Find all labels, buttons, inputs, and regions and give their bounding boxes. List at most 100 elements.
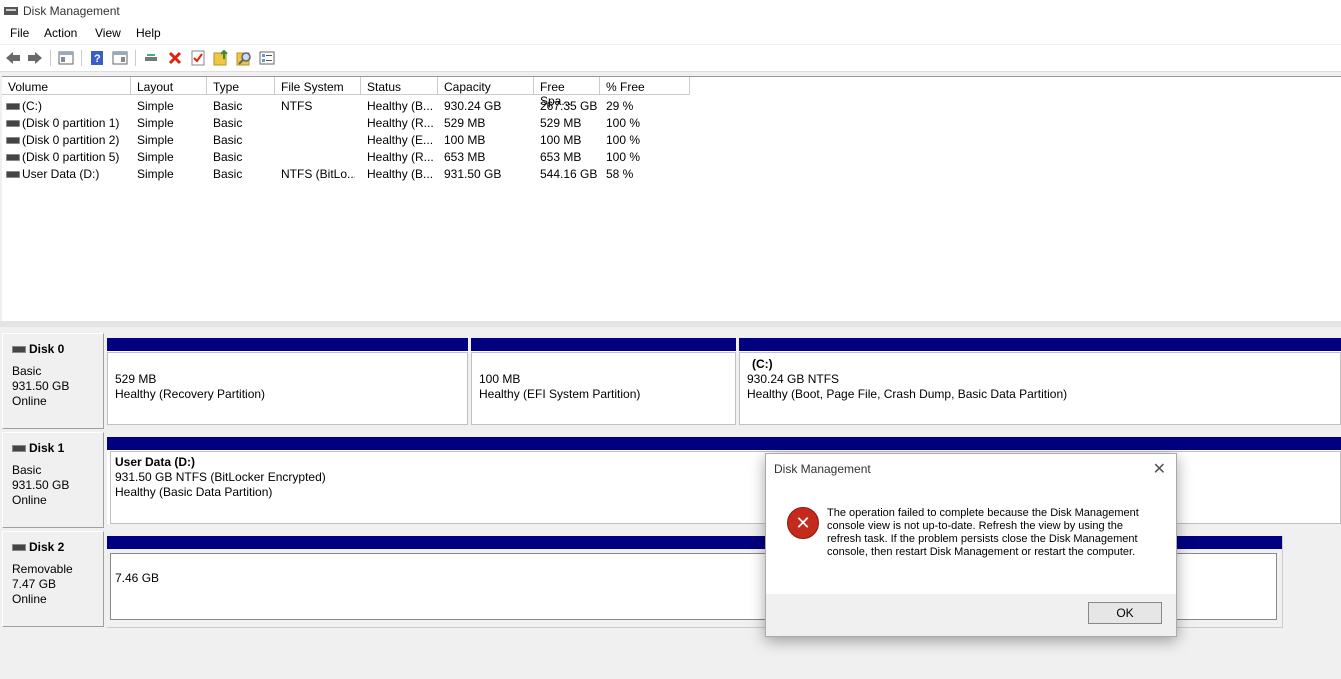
- disk-name: Disk 2: [12, 540, 64, 554]
- partition-status: Healthy (Boot, Page File, Crash Dump, Ba…: [747, 387, 1068, 401]
- partition-color-bar: [471, 338, 736, 351]
- volume-status: Healthy (B...: [367, 99, 434, 113]
- disk-management-app-icon: [4, 7, 18, 15]
- ok-button[interactable]: OK: [1088, 602, 1162, 624]
- disk-icon: [12, 445, 26, 453]
- volume-layout: Simple: [137, 133, 174, 147]
- partition-size: 7.46 GB: [115, 571, 160, 585]
- volume-capacity: 653 MB: [444, 150, 486, 164]
- volume-free-space: 529 MB: [540, 116, 582, 130]
- menu-view[interactable]: View: [95, 26, 121, 40]
- disk-size: 931.50 GB: [12, 478, 70, 492]
- search-icon[interactable]: [235, 49, 253, 67]
- volume-capacity: 100 MB: [444, 133, 486, 147]
- partition-size: 100 MB: [479, 372, 521, 386]
- volume-free-space: 267.35 GB: [540, 99, 598, 113]
- partition-c-drive[interactable]: (C:) 930.24 GB NTFS Healthy (Boot, Page …: [739, 338, 1341, 425]
- partition-size: 930.24 GB NTFS: [747, 372, 840, 386]
- table-row[interactable]: (Disk 0 partition 1) Simple Basic Health…: [2, 114, 702, 131]
- table-row[interactable]: (C:) Simple Basic NTFS Healthy (B... 930…: [2, 97, 702, 114]
- volume-status: Healthy (B...: [367, 167, 434, 181]
- list-icon[interactable]: [258, 49, 276, 67]
- menu-help[interactable]: Help: [136, 26, 161, 40]
- volume-type: Basic: [213, 150, 243, 164]
- volume-list: Volume Layout Type File System Status Ca…: [2, 76, 1341, 322]
- volume-type: Basic: [213, 167, 243, 181]
- column-header-percent-free[interactable]: % Free: [600, 77, 690, 95]
- toolbar-separator: [81, 50, 82, 66]
- volume-icon: [6, 137, 20, 144]
- volume-status: Healthy (R...: [367, 150, 434, 164]
- volume-layout: Simple: [137, 150, 174, 164]
- toolbar-separator: [135, 50, 136, 66]
- partition-color-bar: [107, 437, 1341, 450]
- column-header-layout[interactable]: Layout: [131, 77, 207, 95]
- disk-state: Online: [12, 592, 47, 606]
- connect-icon[interactable]: [142, 49, 160, 67]
- forward-icon[interactable]: [26, 49, 44, 67]
- volume-icon: [6, 120, 20, 127]
- check-icon[interactable]: [189, 49, 207, 67]
- column-header-status[interactable]: Status: [361, 77, 438, 95]
- disk-icon: [12, 544, 26, 552]
- table-row[interactable]: (Disk 0 partition 5) Simple Basic Health…: [2, 148, 702, 165]
- disk-icon: [12, 346, 26, 354]
- column-header-file-system[interactable]: File System: [275, 77, 361, 95]
- dialog-footer: OK: [766, 594, 1176, 636]
- volume-percent-free: 100 %: [606, 116, 641, 130]
- partition-size: 529 MB: [115, 372, 157, 386]
- disk-type: Removable: [12, 562, 73, 576]
- menu-file[interactable]: File: [10, 26, 29, 40]
- delete-icon[interactable]: [166, 49, 184, 67]
- close-icon[interactable]: ✕: [1153, 459, 1166, 479]
- partition-status: Healthy (Basic Data Partition): [115, 485, 273, 499]
- toolbar-separator: [50, 50, 51, 66]
- disk-1-info[interactable]: Disk 1 Basic 931.50 GB Online: [2, 432, 104, 528]
- import-icon[interactable]: [212, 49, 230, 67]
- table-row[interactable]: User Data (D:) Simple Basic NTFS (BitLo.…: [2, 165, 702, 182]
- disk-type: Basic: [12, 463, 42, 477]
- title-bar: Disk Management: [0, 0, 1341, 22]
- column-header-type[interactable]: Type: [207, 77, 275, 95]
- disk-size: 931.50 GB: [12, 379, 70, 393]
- disk-name: Disk 1: [12, 441, 64, 455]
- volume-capacity: 931.50 GB: [444, 167, 502, 181]
- properties-icon[interactable]: [111, 49, 129, 67]
- menu-action[interactable]: Action: [44, 26, 77, 40]
- volume-type: Basic: [213, 116, 243, 130]
- volume-percent-free: 29 %: [606, 99, 634, 113]
- column-header-volume[interactable]: Volume: [2, 77, 131, 95]
- error-icon: ✕: [787, 507, 819, 539]
- volume-status: Healthy (R...: [367, 116, 434, 130]
- back-icon[interactable]: [4, 49, 22, 67]
- disk-2-info[interactable]: Disk 2 Removable 7.47 GB Online: [2, 531, 104, 627]
- volume-percent-free: 100 %: [606, 133, 641, 147]
- disk-state: Online: [12, 394, 47, 408]
- volume-icon: [6, 171, 20, 178]
- window-title: Disk Management: [23, 4, 120, 18]
- volume-free-space: 544.16 GB: [540, 167, 598, 181]
- disk-0-info[interactable]: Disk 0 Basic 931.50 GB Online: [2, 333, 104, 429]
- disk-name: Disk 0: [12, 342, 64, 356]
- volume-file-system: NTFS (BitLo...: [281, 167, 355, 181]
- menu-bar: File Action View Help: [0, 22, 1341, 44]
- volume-percent-free: 58 %: [606, 167, 634, 181]
- help-icon[interactable]: ?: [88, 49, 106, 67]
- disk-state: Online: [12, 493, 47, 507]
- disk-type: Basic: [12, 364, 42, 378]
- volume-type: Basic: [213, 133, 243, 147]
- volume-layout: Simple: [137, 167, 174, 181]
- column-header-capacity[interactable]: Capacity: [438, 77, 534, 95]
- partition-efi[interactable]: 100 MB Healthy (EFI System Partition): [471, 338, 736, 425]
- volume-layout: Simple: [137, 99, 174, 113]
- volume-percent-free: 100 %: [606, 150, 641, 164]
- partition-recovery[interactable]: 529 MB Healthy (Recovery Partition): [107, 338, 468, 425]
- volume-name: (C:): [22, 99, 42, 113]
- column-header-free-space[interactable]: Free Spa...: [534, 77, 600, 108]
- dialog-title: Disk Management: [774, 462, 871, 476]
- volume-name: (Disk 0 partition 1): [22, 116, 120, 130]
- table-row[interactable]: (Disk 0 partition 2) Simple Basic Health…: [2, 131, 702, 148]
- error-dialog: Disk Management ✕ ✕ The operation failed…: [765, 453, 1177, 637]
- disk-size: 7.47 GB: [12, 577, 57, 591]
- show-hide-console-tree-icon[interactable]: [57, 49, 75, 67]
